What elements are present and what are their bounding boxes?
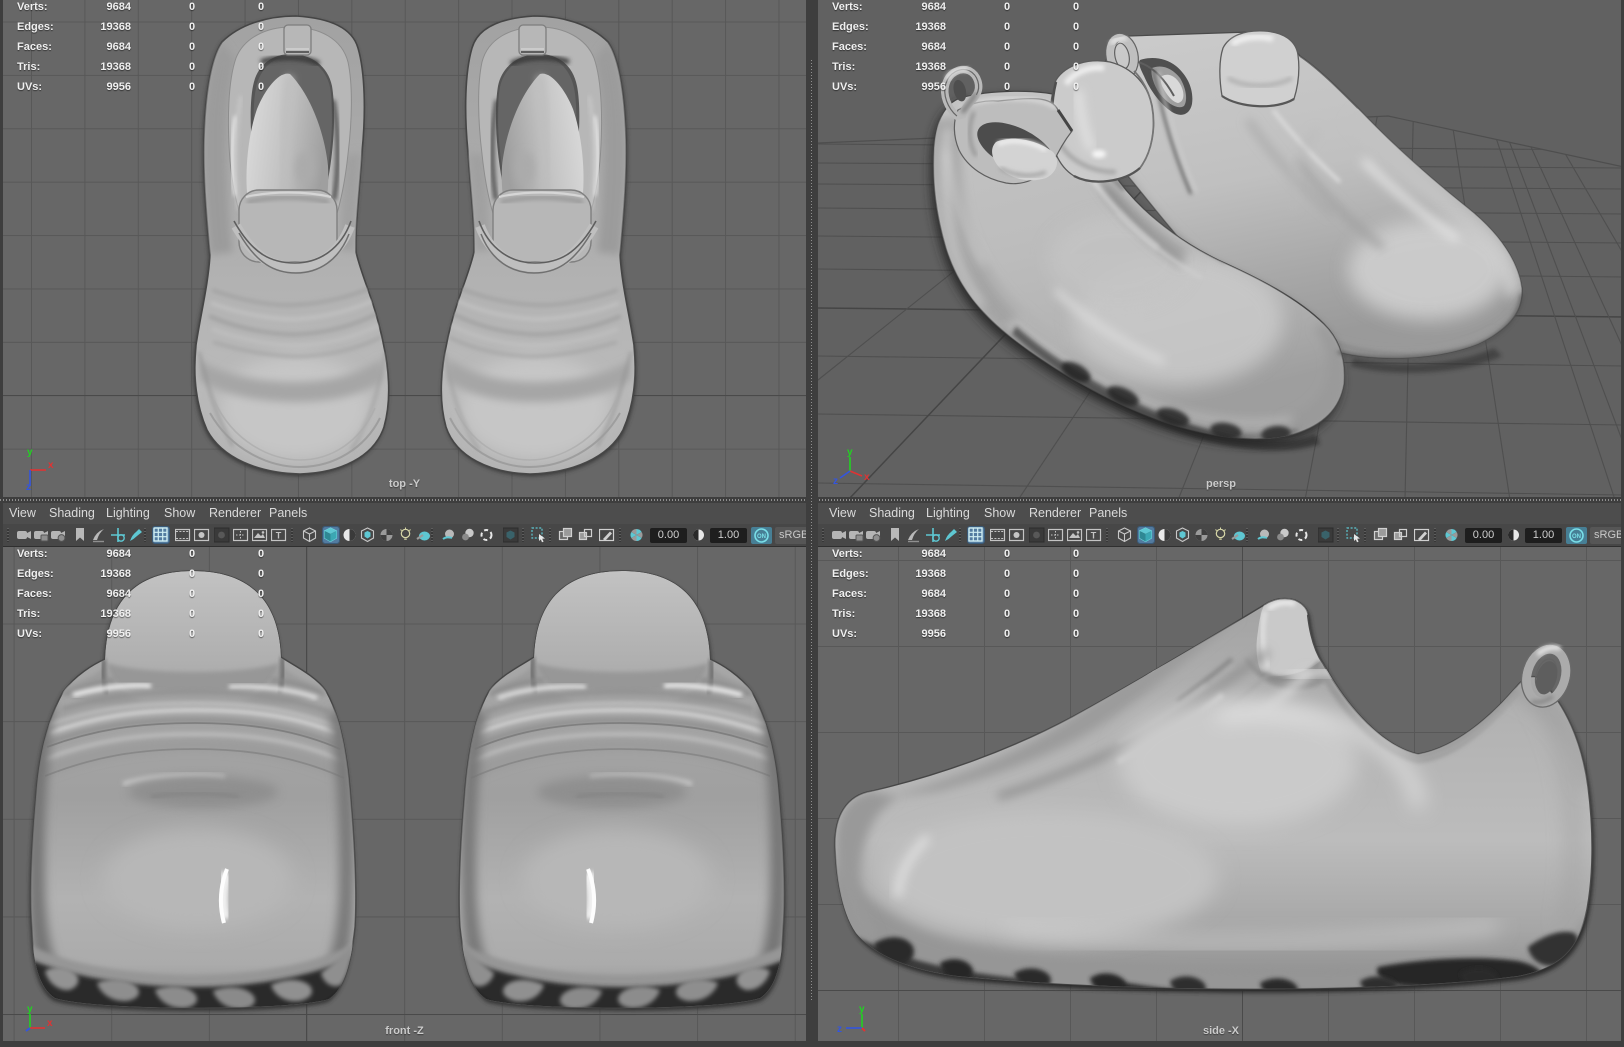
- svg-text:z: z: [833, 476, 838, 487]
- svg-text:y: y: [27, 447, 33, 458]
- svg-text:x: x: [864, 472, 870, 483]
- svg-text:ON: ON: [1572, 534, 1581, 540]
- svg-text:z: z: [26, 482, 31, 491]
- svg-text:x: x: [48, 460, 54, 471]
- svg-text:y: y: [847, 447, 853, 458]
- svg-text:y: y: [27, 1004, 33, 1015]
- svg-text:x: x: [47, 1018, 53, 1029]
- svg-text:ON: ON: [757, 534, 766, 540]
- svg-text:z: z: [837, 1024, 842, 1033]
- svg-text:y: y: [859, 1004, 865, 1015]
